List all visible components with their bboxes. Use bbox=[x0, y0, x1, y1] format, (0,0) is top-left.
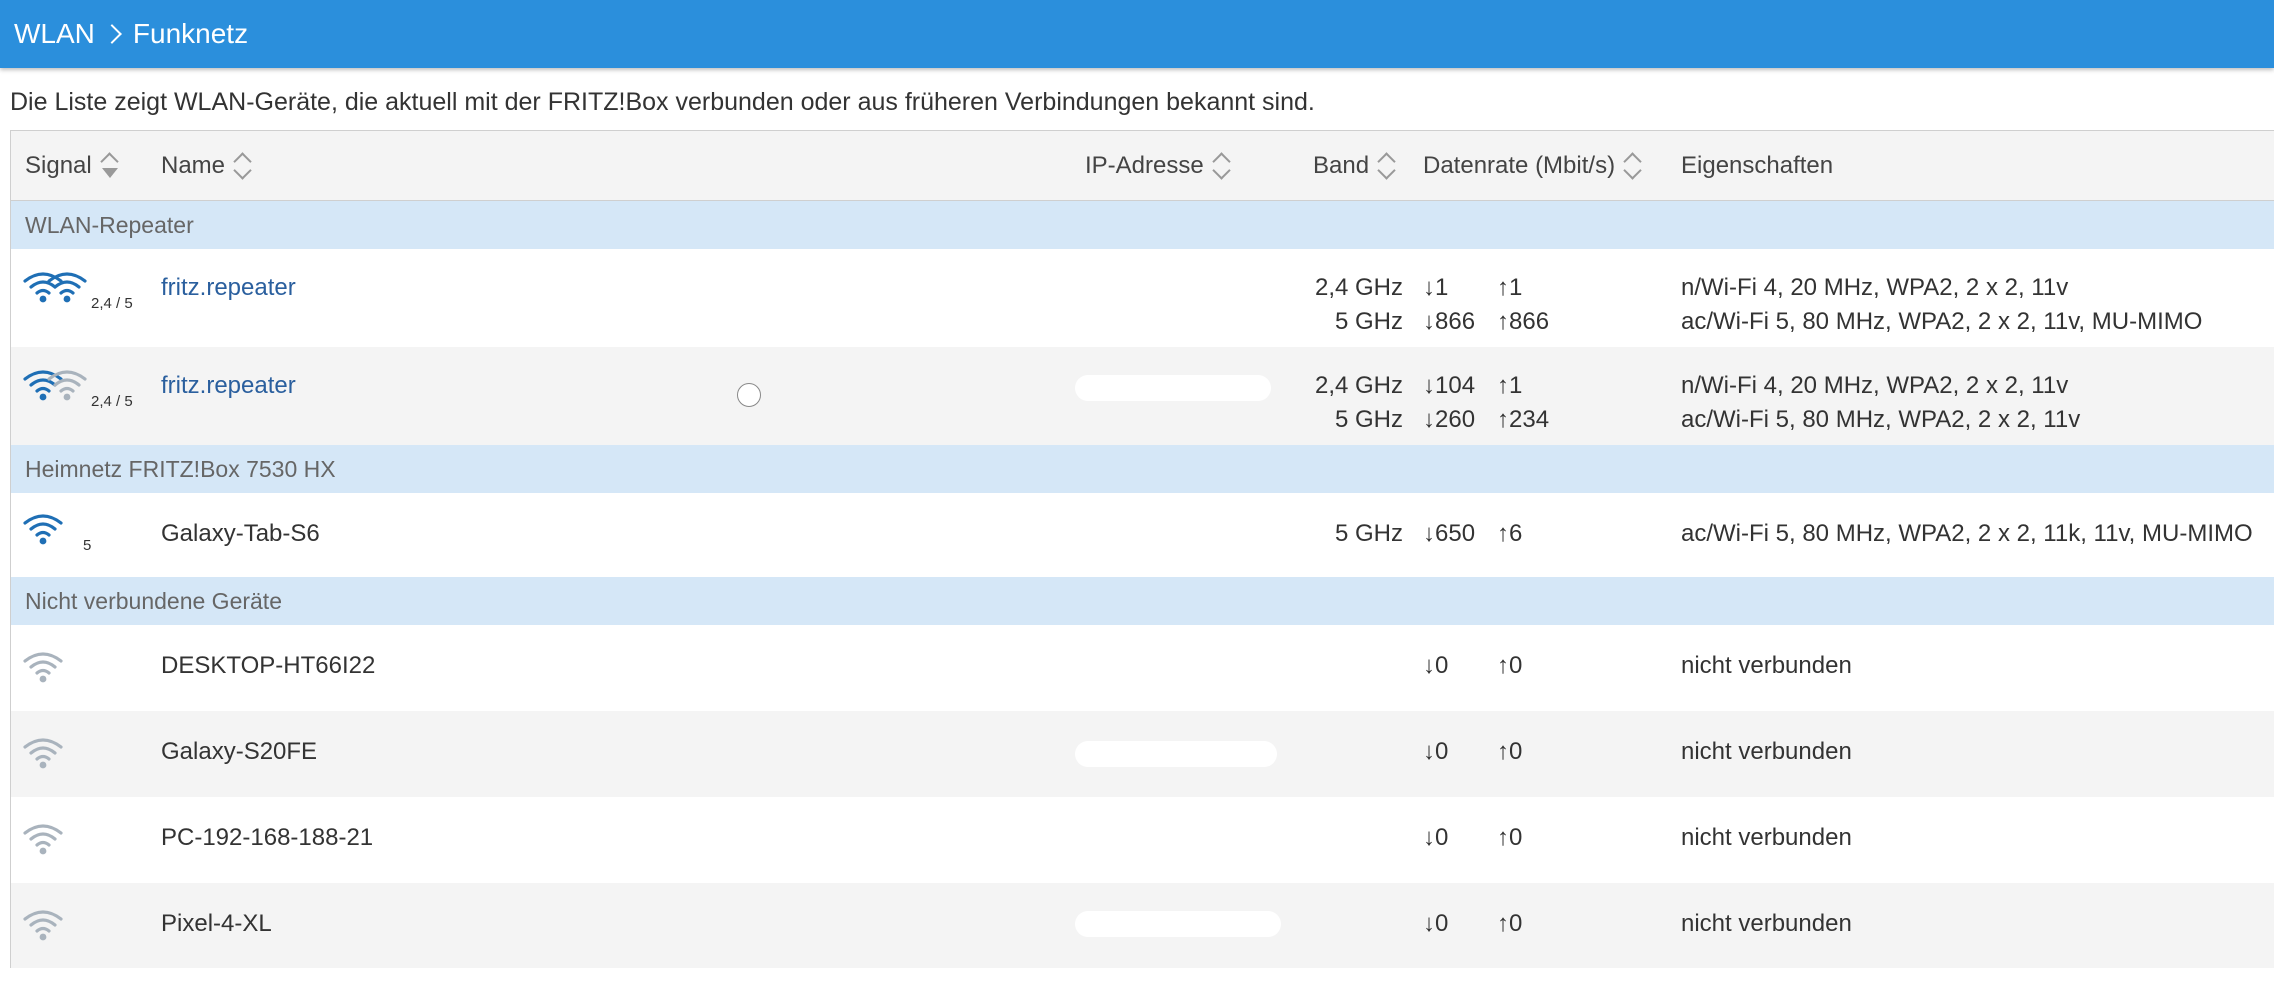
device-name: Pixel-4-XL bbox=[161, 910, 272, 937]
signal-band-label: 5 bbox=[83, 537, 92, 554]
wifi-signal-icon bbox=[23, 823, 63, 855]
download-rate: ↓1 bbox=[1423, 274, 1449, 301]
band-value: 5 GHz bbox=[1334, 406, 1403, 433]
signal-band-label: 2,4 / 5 bbox=[91, 295, 133, 312]
title-bar: WLAN Funknetz bbox=[0, 0, 2274, 68]
column-header-rate[interactable]: Datenrate (Mbit/s) bbox=[1423, 131, 1641, 201]
upload-rate: ↑6 bbox=[1497, 520, 1523, 547]
upload-rate: ↑0 bbox=[1497, 738, 1523, 765]
band-value: 2,4 GHz bbox=[1314, 372, 1403, 399]
breadcrumb-wlan[interactable]: WLAN bbox=[14, 18, 95, 50]
group-header-heimnetz: Heimnetz FRITZ!Box 7530 HX bbox=[11, 445, 2274, 493]
redacted-ip bbox=[1075, 741, 1277, 767]
column-header-band[interactable]: Band bbox=[1313, 131, 1395, 201]
device-properties: nicht verbunden bbox=[1681, 738, 1852, 765]
band-value: 5 GHz bbox=[1334, 308, 1403, 335]
table-row[interactable]: PC-192-168-188-21 ↓0 ↑0 nicht verbunden bbox=[11, 797, 2274, 883]
wifi-signal-icon bbox=[47, 271, 87, 303]
upload-rate: ↑0 bbox=[1497, 824, 1523, 851]
device-properties: nicht verbunden bbox=[1681, 824, 1852, 851]
group-header-offline: Nicht verbundene Geräte bbox=[11, 577, 2274, 625]
device-name-link[interactable]: fritz.repeater bbox=[161, 271, 296, 305]
download-rate: ↓0 bbox=[1423, 652, 1449, 679]
upload-rate: ↑0 bbox=[1497, 652, 1523, 679]
device-properties: nicht verbunden bbox=[1681, 910, 1852, 937]
wifi-signal-icon bbox=[47, 369, 87, 401]
device-properties: ac/Wi-Fi 5, 80 MHz, WPA2, 2 x 2, 11k, 11… bbox=[1681, 520, 2253, 547]
download-rate: ↓260 bbox=[1423, 406, 1476, 433]
band-value: 2,4 GHz bbox=[1314, 274, 1403, 301]
wifi-signal-icon bbox=[23, 909, 63, 941]
intro-text: Die Liste zeigt WLAN-Geräte, die aktuell… bbox=[10, 88, 1315, 116]
sort-icon bbox=[100, 152, 118, 180]
wifi-signal-icon bbox=[23, 513, 63, 545]
upload-rate: ↑0 bbox=[1497, 910, 1523, 937]
sort-icon bbox=[233, 152, 251, 180]
table-row[interactable]: DESKTOP-HT66I22 ↓0 ↑0 nicht verbunden bbox=[11, 625, 2274, 711]
device-table: Signal Name IP-Adresse Band Datenrate (M… bbox=[10, 130, 2274, 968]
download-rate: ↓0 bbox=[1423, 824, 1449, 851]
chevron-right-icon bbox=[102, 24, 122, 44]
device-properties: nicht verbunden bbox=[1681, 652, 1852, 679]
sort-icon bbox=[1212, 152, 1230, 180]
page-title: Funknetz bbox=[132, 18, 249, 49]
upload-rate: ↑1 bbox=[1497, 274, 1523, 301]
wifi-signal-icon bbox=[23, 651, 63, 683]
device-name: Galaxy-S20FE bbox=[161, 738, 318, 765]
column-header-signal[interactable]: Signal bbox=[25, 131, 118, 201]
download-rate: ↓0 bbox=[1423, 738, 1449, 765]
table-header: Signal Name IP-Adresse Band Datenrate (M… bbox=[11, 131, 2274, 201]
device-name: DESKTOP-HT66I22 bbox=[161, 652, 376, 679]
band-value: 5 GHz bbox=[1334, 520, 1403, 547]
column-label-props: Eigenschaften bbox=[1681, 152, 1834, 179]
column-label-rate: Datenrate (Mbit/s) bbox=[1423, 152, 1616, 179]
device-properties: ac/Wi-Fi 5, 80 MHz, WPA2, 2 x 2, 11v, MU… bbox=[1681, 308, 2203, 335]
download-rate: ↓650 bbox=[1423, 520, 1476, 547]
device-properties: ac/Wi-Fi 5, 80 MHz, WPA2, 2 x 2, 11v bbox=[1681, 406, 2081, 433]
device-name: PC-192-168-188-21 bbox=[161, 824, 374, 851]
download-rate: ↓866 bbox=[1423, 308, 1476, 335]
column-label-name: Name bbox=[161, 152, 226, 179]
column-label-ip: IP-Adresse bbox=[1085, 152, 1204, 179]
download-rate: ↓0 bbox=[1423, 910, 1449, 937]
column-header-ip[interactable]: IP-Adresse bbox=[1085, 131, 1230, 201]
device-name-link[interactable]: fritz.repeater bbox=[161, 369, 296, 403]
table-row[interactable]: 5 Galaxy-Tab-S6 5 GHz ↓650 ↑6 ac/Wi-Fi 5… bbox=[11, 493, 2274, 577]
upload-rate: ↑1 bbox=[1497, 372, 1523, 399]
column-header-name[interactable]: Name bbox=[161, 131, 251, 201]
upload-rate: ↑866 bbox=[1497, 308, 1550, 335]
table-row[interactable]: 2,4 / 5 fritz.repeater 2,4 GHz ↓1 ↑1 n/W… bbox=[11, 249, 2274, 347]
table-row[interactable]: Pixel-4-XL ↓0 ↑0 nicht verbunden bbox=[11, 883, 2274, 968]
redacted-ip bbox=[1075, 375, 1271, 401]
wifi-signal-icon bbox=[23, 737, 63, 769]
download-rate: ↓104 bbox=[1423, 372, 1476, 399]
signal-band-label: 2,4 / 5 bbox=[91, 393, 133, 410]
table-row[interactable]: Galaxy-S20FE ↓0 ↑0 nicht verbunden bbox=[11, 711, 2274, 797]
device-name: Galaxy-Tab-S6 bbox=[161, 520, 320, 547]
group-header-repeater: WLAN-Repeater bbox=[11, 201, 2274, 249]
column-header-props: Eigenschaften bbox=[1681, 131, 1833, 201]
sort-icon bbox=[1623, 152, 1641, 180]
column-label-band: Band bbox=[1313, 152, 1370, 179]
device-properties: n/Wi-Fi 4, 20 MHz, WPA2, 2 x 2, 11v bbox=[1681, 274, 2069, 301]
sort-icon bbox=[1377, 152, 1395, 180]
upload-rate: ↑234 bbox=[1497, 406, 1550, 433]
redacted-ip bbox=[1075, 911, 1281, 937]
column-label-signal: Signal bbox=[25, 152, 92, 179]
table-row[interactable]: 2,4 / 5 fritz.repeater 2,4 GHz ↓104 ↑1 n… bbox=[11, 347, 2274, 445]
radio-button[interactable] bbox=[737, 383, 761, 407]
device-properties: n/Wi-Fi 4, 20 MHz, WPA2, 2 x 2, 11v bbox=[1681, 372, 2069, 399]
